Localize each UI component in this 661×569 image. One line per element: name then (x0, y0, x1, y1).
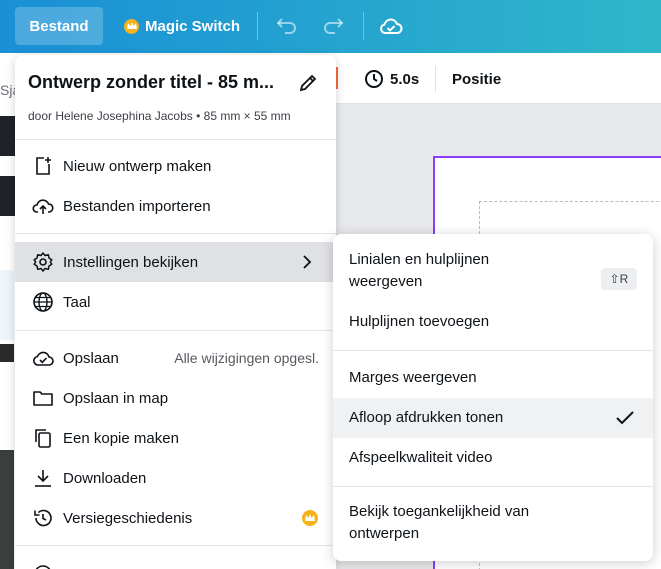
cloud-check-icon[interactable] (378, 13, 404, 39)
crown-icon (302, 510, 318, 526)
divider (435, 66, 436, 92)
divider (363, 12, 364, 40)
menu-item-instellingen-bekijken[interactable]: Instellingen bekijken (15, 242, 336, 282)
menu-item-kopie-maken[interactable]: Een kopie maken (15, 418, 336, 458)
submenu-item-label: Bekijk toegankelijkheid van ontwerpen (349, 503, 530, 542)
checkmark-icon (614, 407, 636, 429)
menu-item-opslaan[interactable]: Opslaan Alle wijzigingen opgesl. (15, 338, 336, 378)
submenu-item-hulplijnen-toevoegen[interactable]: Hulplijnen toevoegen (333, 302, 653, 342)
magic-switch-label: Magic Switch (145, 17, 241, 35)
submenu-item-afspeelkwaliteit[interactable]: Afspeelkwaliteit video (333, 438, 653, 478)
menu-item-label: Taal (63, 293, 91, 311)
menu-item-label: Downloaden (63, 469, 147, 487)
partial-icon (31, 562, 55, 569)
undo-icon[interactable] (274, 13, 300, 39)
divider (15, 139, 336, 140)
menu-item-label: Opslaan (63, 349, 119, 367)
menu-item-label: Opslaan in map (63, 389, 169, 407)
divider (257, 12, 258, 40)
cloud-check-icon (31, 346, 55, 370)
submenu-item-label: Hulplijnen toevoegen (349, 313, 490, 330)
magic-switch-button[interactable]: Magic Switch (116, 7, 248, 45)
menu-item-label: Nieuw ontwerp maken (63, 157, 212, 175)
menu-item-nieuw-ontwerp[interactable]: Nieuw ontwerp maken (15, 146, 336, 186)
submenu-item-linialen[interactable]: Linialen en hulplijnen weergeven ⇧R (333, 242, 653, 302)
positie-button[interactable]: Positie (452, 66, 501, 92)
menu-item-label: Bestanden importeren (63, 197, 211, 215)
keyboard-shortcut: ⇧R (601, 268, 637, 290)
divider (15, 545, 336, 546)
top-bar: Bestand Magic Switch (0, 0, 661, 53)
globe-icon (31, 290, 55, 314)
save-status: Alle wijzigingen opgesl. (174, 350, 319, 366)
chevron-right-icon (298, 253, 316, 271)
design-title[interactable]: Ontwerp zonder titel - 85 m... (28, 72, 274, 93)
submenu-item-marges-weergeven[interactable]: Marges weergeven (333, 358, 653, 398)
menu-item-versiegeschiedenis[interactable]: Versiegeschiedenis (15, 498, 336, 538)
menu-header: Ontwerp zonder titel - 85 m... door Hele… (15, 55, 336, 139)
submenu-item-label: Linialen en hulplijnen weergeven (349, 251, 490, 290)
submenu-item-label: Marges weergeven (349, 369, 477, 386)
redo-icon[interactable] (320, 13, 346, 39)
menu-item-downloaden[interactable]: Downloaden (15, 458, 336, 498)
plus-document-icon (31, 154, 55, 178)
template-thumbnail[interactable] (0, 270, 14, 340)
submenu-item-label: Afloop afdrukken tonen (349, 409, 504, 426)
menu-item-opslaan-in-map[interactable]: Opslaan in map (15, 378, 336, 418)
submenu-item-label: Afspeelkwaliteit video (349, 449, 493, 466)
download-icon (31, 466, 55, 490)
menu-item-taal[interactable]: Taal (15, 282, 336, 322)
copy-icon (31, 426, 55, 450)
folder-icon (31, 386, 55, 410)
template-thumbnail[interactable] (0, 450, 14, 569)
timer-label: 5.0s (390, 70, 420, 88)
cloud-upload-icon (31, 194, 55, 218)
divider (15, 330, 336, 331)
divider (15, 233, 336, 234)
crown-icon (124, 18, 139, 34)
bestand-button[interactable]: Bestand (15, 7, 103, 45)
menu-item-label: Een kopie maken (63, 429, 179, 447)
design-subtitle: door Helene Josephina Jacobs • 85 mm × 5… (28, 109, 291, 123)
menu-item-truncated[interactable] (15, 554, 336, 569)
divider (333, 486, 653, 487)
submenu-item-toegankelijkheid[interactable]: Bekijk toegankelijkheid van ontwerpen (333, 494, 653, 554)
history-icon (31, 506, 55, 530)
settings-submenu: Linialen en hulplijnen weergeven ⇧R Hulpl… (333, 234, 653, 561)
template-thumbnail[interactable] (0, 344, 14, 362)
panel-tab[interactable] (0, 176, 16, 216)
menu-item-bestanden-importeren[interactable]: Bestanden importeren (15, 186, 336, 226)
gear-icon (31, 250, 55, 274)
panel-tab[interactable] (0, 116, 16, 156)
pencil-icon[interactable] (296, 71, 320, 95)
menu-item-label: Versiegeschiedenis (63, 509, 193, 527)
divider (333, 350, 653, 351)
submenu-item-afloop-afdrukken[interactable]: Afloop afdrukken tonen (333, 398, 653, 438)
file-menu: Ontwerp zonder titel - 85 m... door Hele… (15, 55, 336, 569)
clock-icon (365, 70, 383, 88)
menu-item-label: Instellingen bekijken (63, 253, 199, 271)
timer-button[interactable]: 5.0s (364, 66, 419, 92)
